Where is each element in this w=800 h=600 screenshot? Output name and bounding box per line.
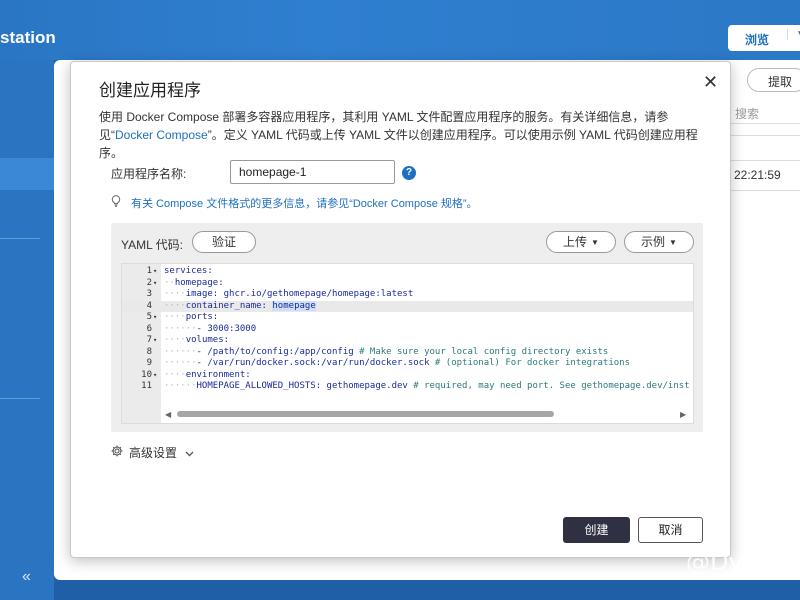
gear-icon <box>111 445 125 460</box>
line-number: 9 <box>146 358 152 368</box>
create-button[interactable]: 创建 <box>563 517 630 543</box>
line-number: 8 <box>146 346 152 357</box>
line-number: 11 <box>141 381 152 391</box>
table-divider <box>731 160 800 161</box>
code-line[interactable]: 7 ▾ ····volumes: <box>122 335 693 347</box>
app-name-label: 应用程序名称: <box>111 167 187 181</box>
collapse-sidebar-icon[interactable]: « <box>22 568 31 586</box>
example-button-label: 示例 <box>641 235 666 249</box>
line-number: 5 <box>146 312 152 322</box>
scrollbar-thumb[interactable] <box>177 411 554 417</box>
code-editor[interactable]: 1 ▾ services: 2 ▾ ··homepage: 3 ····image: ghcr… <box>121 263 694 424</box>
chevron-down-icon[interactable]: ▼ <box>787 29 800 40</box>
search-input[interactable]: 搜索 <box>731 102 800 124</box>
code-text[interactable]: ··homepage: <box>164 278 224 290</box>
sidebar: « <box>0 60 54 600</box>
scroll-left-icon[interactable]: ◀ <box>165 410 171 419</box>
code-text[interactable]: ····volumes: <box>164 335 229 347</box>
cancel-button[interactable]: 取消 <box>638 517 703 543</box>
line-number: 10 <box>141 369 152 380</box>
compose-spec-link[interactable]: 有关 Compose 文件格式的更多信息，请参见“Docker Compose … <box>131 198 478 210</box>
code-line[interactable]: 5 ▾ ····ports: <box>122 312 693 324</box>
fold-toggle-icon[interactable]: ▾ <box>153 335 157 347</box>
code-line[interactable]: 2 ▾ ··homepage: <box>122 277 693 290</box>
app-title: station <box>0 28 56 47</box>
code-line[interactable]: 10 ▾ ····environment: <box>122 369 693 382</box>
docker-compose-link[interactable]: Docker Compose <box>115 128 208 142</box>
yaml-label: YAML 代码: <box>121 238 184 252</box>
code-text[interactable]: ····container_name: homepage <box>164 300 316 313</box>
code-line[interactable]: 3 ····image: ghcr.io/gethomepage/homepage… <box>122 289 693 301</box>
chevron-down-icon: ▼ <box>669 238 677 247</box>
advanced-settings-label: 高级设置 <box>129 446 178 460</box>
code-text[interactable]: ····image: ghcr.io/gethomepage/homepage:… <box>164 289 413 301</box>
code-text[interactable]: services: <box>164 266 213 278</box>
line-number: 6 <box>146 323 152 334</box>
line-number: 1 <box>146 266 152 276</box>
browse-button[interactable]: 浏览 ▼ <box>728 25 800 51</box>
yaml-editor-panel: YAML 代码: 验证 上传 ▼ 示例 ▼ 1 ▾ services: 2 ▾ ··homep… <box>111 223 703 432</box>
chevron-down-icon <box>185 449 194 460</box>
app-header <box>0 0 800 60</box>
horizontal-scrollbar[interactable]: ◀ ▶ <box>165 409 690 419</box>
upload-button[interactable]: 上传 ▼ <box>546 231 616 253</box>
code-text[interactable]: ······HOMEPAGE_ALLOWED_HOSTS: gethomepag… <box>164 381 690 393</box>
fold-toggle-icon[interactable]: ▾ <box>153 370 157 382</box>
example-button[interactable]: 示例 ▼ <box>624 231 694 253</box>
line-number: 3 <box>146 289 152 299</box>
chevron-down-icon: ▼ <box>591 238 599 247</box>
line-number: 4 <box>146 300 152 311</box>
upload-button-label: 上传 <box>563 235 588 249</box>
code-text[interactable]: ····ports: <box>164 312 218 324</box>
browse-button-label: 浏览 <box>745 33 770 47</box>
code-line[interactable]: 4 ····container_name: homepage <box>122 300 693 313</box>
advanced-settings-toggle[interactable]: 高级设置 <box>111 444 194 461</box>
code-lines[interactable]: 1 ▾ services: 2 ▾ ··homepage: 3 ····image: ghcr… <box>122 266 693 393</box>
help-icon[interactable]: ? <box>402 166 416 180</box>
code-line[interactable]: 9 ······- /var/run/docker.sock:/var/run/d… <box>122 358 693 370</box>
create-app-dialog: 创建应用程序 ✕ 使用 Docker Compose 部署多容器应用程序，其利用… <box>70 61 731 558</box>
code-text[interactable]: ····environment: <box>164 370 251 382</box>
sidebar-divider <box>0 238 40 239</box>
line-number: 2 <box>146 277 152 288</box>
watermark: @Dylan <box>686 548 780 576</box>
fold-toggle-icon[interactable]: ▾ <box>153 312 157 324</box>
sidebar-item-selected[interactable] <box>0 158 54 190</box>
table-cell-time: 22:21:59 <box>734 168 781 182</box>
scroll-right-icon[interactable]: ▶ <box>680 410 686 419</box>
code-line[interactable]: 1 ▾ services: <box>122 266 693 278</box>
validate-button[interactable]: 验证 <box>192 231 256 253</box>
compose-spec-info: 有关 Compose 文件格式的更多信息，请参见“Docker Compose … <box>111 195 478 211</box>
line-number: 7 <box>146 335 152 345</box>
table-divider <box>731 190 800 191</box>
code-line[interactable]: 8 ······- /path/to/config:/app/config # M… <box>122 346 693 359</box>
lightbulb-icon <box>111 195 123 210</box>
app-name-input[interactable] <box>230 160 395 184</box>
table-divider <box>731 135 800 136</box>
code-text[interactable]: ······- /path/to/config:/app/config # Ma… <box>164 347 608 359</box>
code-text[interactable]: ······- /var/run/docker.sock:/var/run/do… <box>164 358 630 370</box>
code-line[interactable]: 11 ······HOMEPAGE_ALLOWED_HOSTS: gethomep… <box>122 381 693 393</box>
code-line[interactable]: 6 ······- 3000:3000 <box>122 323 693 336</box>
dialog-description: 使用 Docker Compose 部署多容器应用程序，其利用 YAML 文件配… <box>99 108 709 162</box>
fold-toggle-icon[interactable]: ▾ <box>153 278 157 290</box>
close-icon[interactable]: ✕ <box>703 72 718 93</box>
fold-toggle-icon[interactable]: ▾ <box>153 266 157 278</box>
dialog-title: 创建应用程序 <box>99 81 201 100</box>
sidebar-divider <box>0 398 40 399</box>
code-text[interactable]: ······- 3000:3000 <box>164 324 256 336</box>
fetch-button[interactable]: 提取 <box>747 68 800 92</box>
